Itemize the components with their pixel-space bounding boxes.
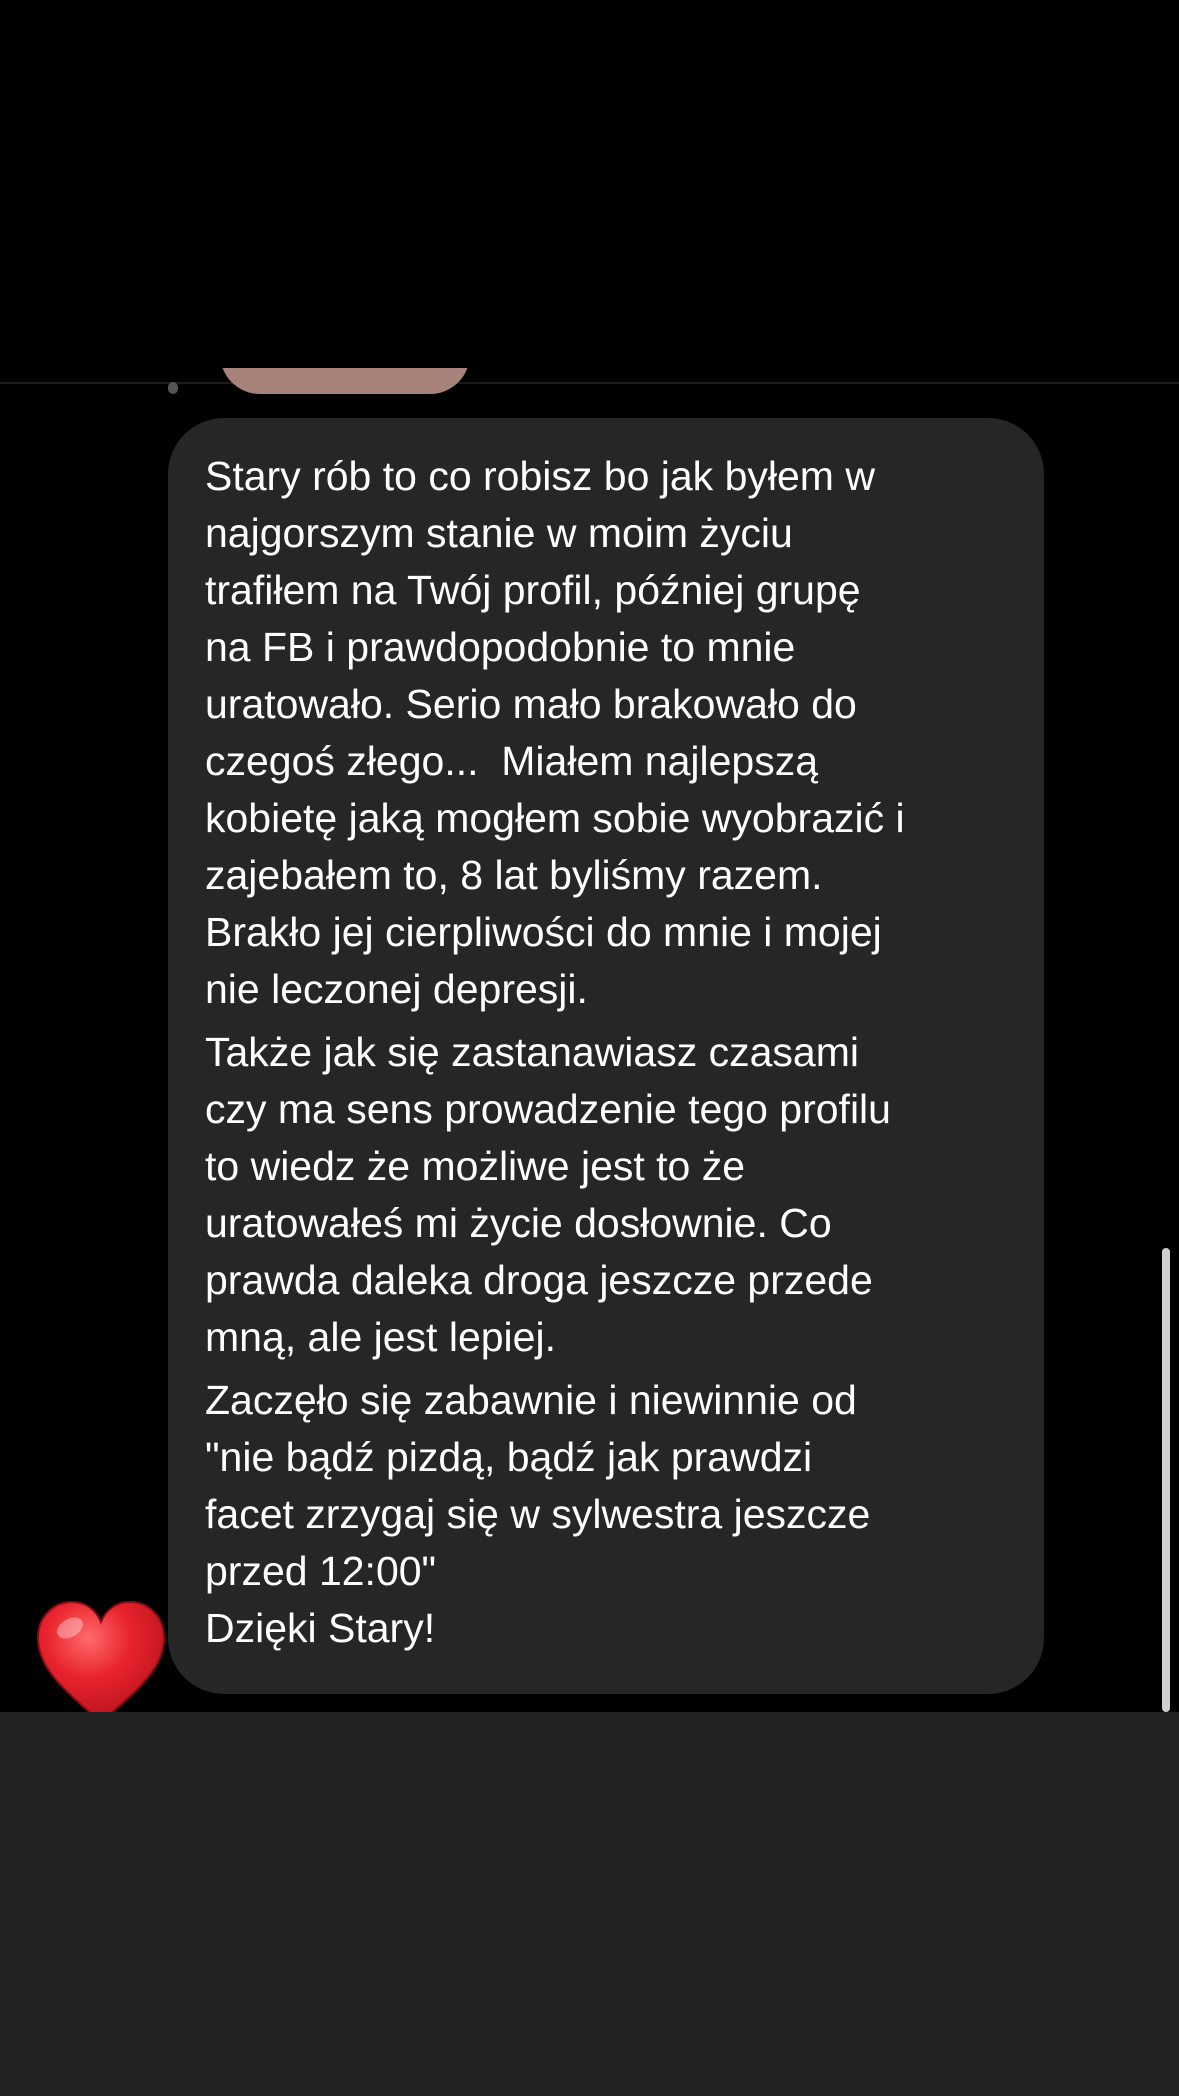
message-bubble[interactable]: Stary rób to co robisz bo jak byłem w na… bbox=[168, 418, 1044, 1694]
previous-message-indicator bbox=[168, 382, 178, 394]
message-paragraph: Stary rób to co robisz bo jak byłem w na… bbox=[205, 453, 905, 1012]
top-area bbox=[0, 0, 1179, 382]
scrollbar[interactable] bbox=[1162, 1248, 1170, 1712]
message-paragraph: Także jak się zastanawiasz czasami czy m… bbox=[205, 1029, 891, 1360]
heart-reaction[interactable] bbox=[34, 1598, 168, 1728]
message-paragraph: Zaczęło się zabawnie i niewinnie od "nie… bbox=[205, 1377, 871, 1651]
bottom-panel bbox=[0, 1712, 1179, 2096]
screen: Stary rób to co robisz bo jak byłem w na… bbox=[0, 0, 1179, 2096]
heart-icon bbox=[36, 1600, 166, 1724]
